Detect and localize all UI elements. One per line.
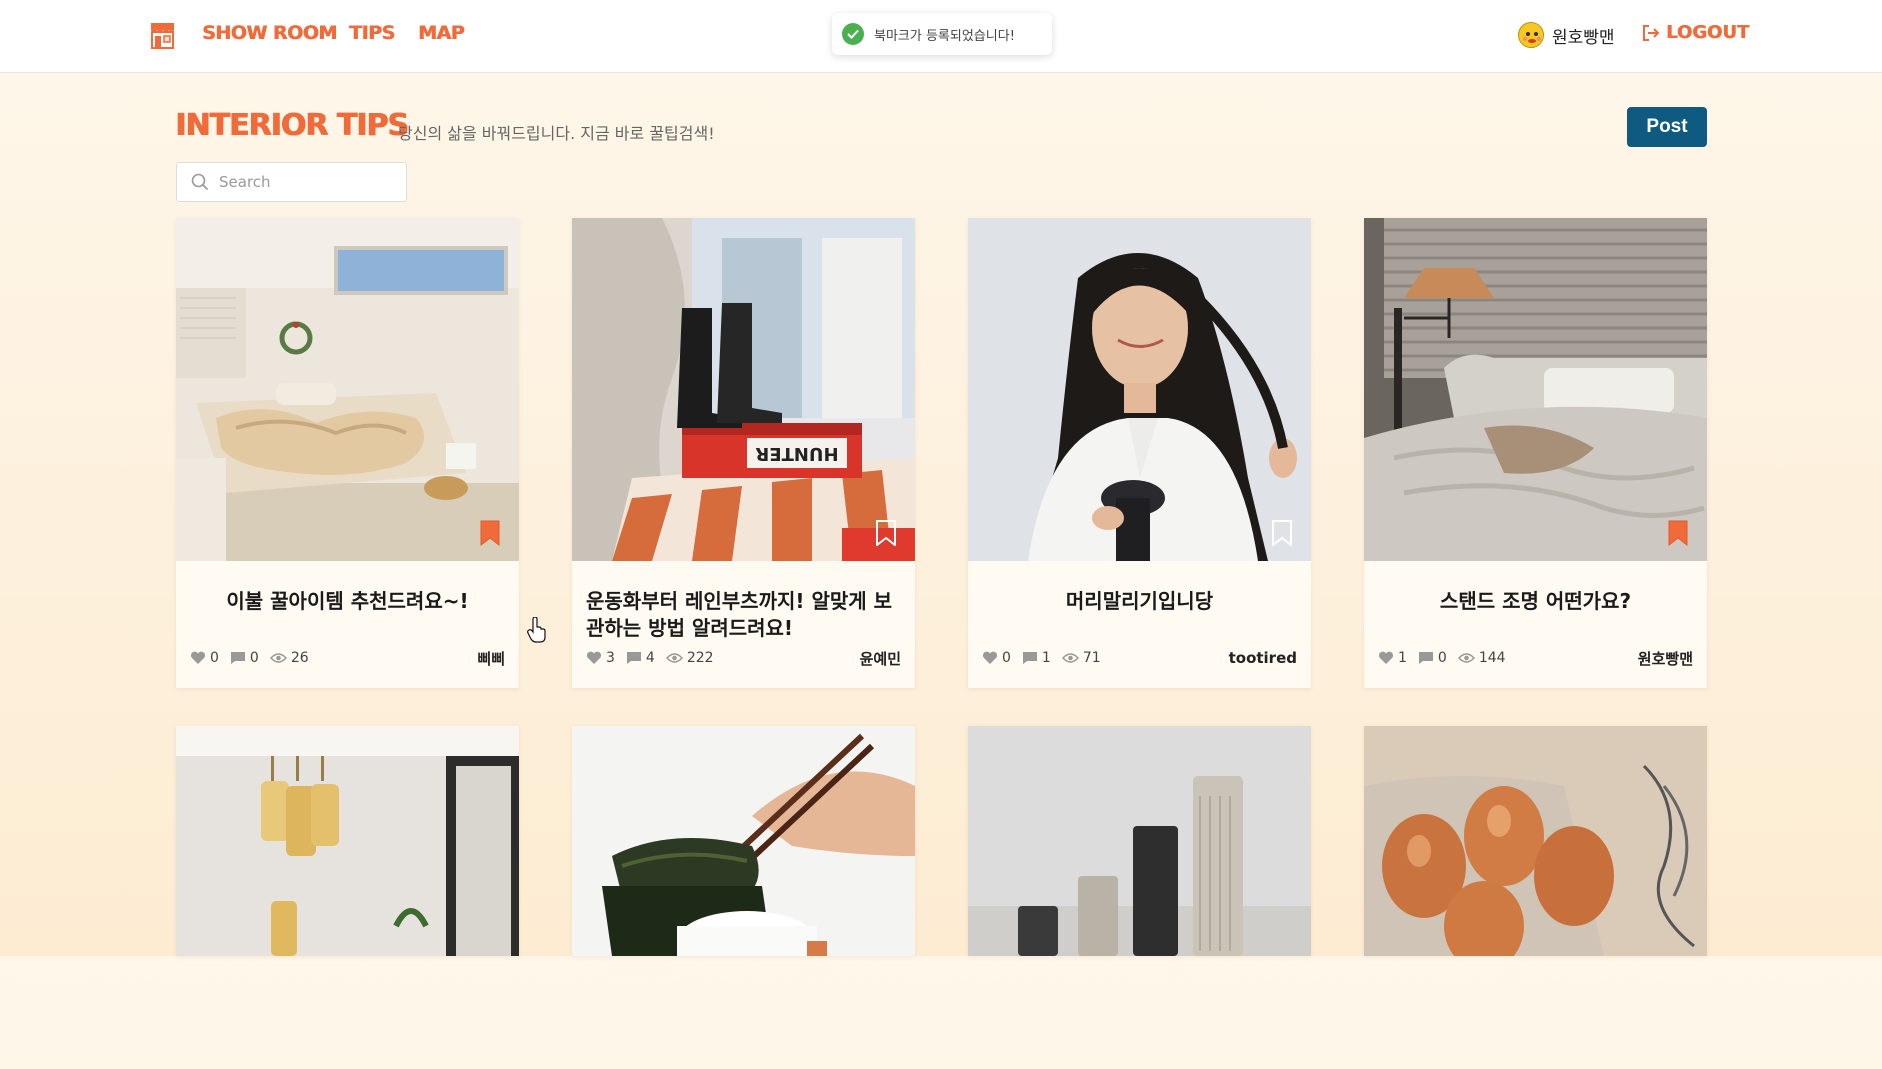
tip-card[interactable]: 머리말리기입니당 0 1 71 tootired [968, 218, 1311, 688]
bookmark-outline-icon[interactable] [875, 520, 897, 546]
comments-count: 0 [1437, 650, 1447, 666]
eye-icon [665, 653, 683, 663]
avatar [1518, 22, 1544, 48]
card-author[interactable]: 원호빵맨 [1638, 648, 1693, 669]
card-thumbnail [1364, 218, 1707, 561]
likes-count: 0 [1002, 650, 1011, 666]
card-thumbnail [176, 726, 519, 1069]
bookmark-toast: 북마크가 등록되었습니다! [832, 13, 1052, 55]
likes-count: 1 [1398, 650, 1407, 666]
card-title: 운동화부터 레인부츠까지! 알맞게 보관하는 방법 알려드려요! [586, 589, 893, 640]
tip-card[interactable] [968, 726, 1311, 956]
card-meta: 1 0 144 원호빵맨 [1378, 648, 1693, 668]
bookmark-filled-icon[interactable] [1667, 520, 1689, 546]
page-subtitle: 당신의 삶을 바꿔드립니다. 지금 바로 꿀팁검색! [398, 124, 715, 143]
card-thumbnail [968, 726, 1311, 1069]
comments-stat: 4 [626, 650, 655, 666]
card-thumbnail [572, 726, 915, 1069]
card-title: 스탠드 조명 어떤가요? [1439, 589, 1632, 613]
card-title: 머리말리기입니당 [1065, 589, 1214, 613]
card-thumbnail [1364, 726, 1707, 1069]
user-profile[interactable]: 원호빵맨 [1518, 20, 1615, 50]
views-stat: 26 [269, 650, 309, 666]
card-thumbnail [968, 218, 1311, 561]
logout-button[interactable]: LOGOUT [1642, 22, 1749, 43]
nav-showroom[interactable]: SHOW ROOM [202, 22, 337, 44]
views-count: 144 [1478, 650, 1506, 666]
comment-icon [1418, 652, 1433, 664]
card-meta: 0 0 26 삐삐 [190, 648, 505, 668]
card-author[interactable]: 윤예민 [860, 648, 901, 669]
search-input[interactable] [219, 173, 389, 191]
nav-tips[interactable]: TIPS [349, 22, 395, 44]
likes-stat: 0 [982, 650, 1011, 666]
store-logo-icon[interactable] [150, 21, 175, 49]
tip-card[interactable]: HUNTER 운동화부터 레인부츠까지! 알맞게 보관하는 방법 알려드려요! … [572, 218, 915, 688]
eye-icon [269, 653, 287, 663]
comments-stat: 0 [230, 650, 259, 666]
card-author[interactable]: tootired [1229, 649, 1297, 667]
nav-map[interactable]: MAP [418, 22, 465, 44]
bookmark-outline-icon[interactable] [1271, 520, 1293, 546]
tip-card[interactable]: 스탠드 조명 어떤가요? 1 0 144 원호빵맨 [1364, 218, 1707, 688]
views-stat: 71 [1061, 650, 1101, 666]
comment-icon [1022, 652, 1037, 664]
comments-stat: 1 [1022, 650, 1051, 666]
logout-icon [1643, 24, 1660, 41]
search-box[interactable] [176, 162, 407, 202]
hand-cursor-icon [527, 617, 546, 643]
tip-card[interactable] [176, 726, 519, 956]
card-thumbnail [176, 218, 519, 561]
tip-card[interactable]: 이불 꿀아이템 추천드려요~! 0 0 26 삐삐 [176, 218, 519, 688]
bookmark-filled-icon[interactable] [479, 520, 501, 546]
card-title: 이불 꿀아이템 추천드려요~! [226, 589, 469, 613]
likes-stat: 0 [190, 650, 219, 666]
page-title: INTERIOR TIPS [175, 108, 409, 143]
search-icon [191, 173, 209, 191]
card-author[interactable]: 삐삐 [477, 648, 505, 669]
comments-count: 1 [1041, 650, 1051, 666]
tip-card[interactable] [1364, 726, 1707, 971]
heart-icon [982, 651, 998, 664]
views-count: 71 [1082, 650, 1101, 666]
views-stat: 222 [665, 650, 714, 666]
hunter-box-label: HUNTER [755, 443, 838, 464]
tip-card[interactable] [572, 726, 915, 971]
views-count: 26 [290, 650, 309, 666]
likes-count: 3 [606, 650, 615, 666]
card-meta: 0 1 71 tootired [982, 648, 1297, 668]
logout-label: LOGOUT [1666, 22, 1750, 43]
top-navbar: SHOW ROOM TIPS MAP 북마크가 등록되었습니다! 원호빵맨 LO… [0, 0, 1882, 73]
heart-icon [1378, 651, 1394, 664]
comments-count: 0 [249, 650, 259, 666]
eye-icon [1061, 653, 1079, 663]
likes-count: 0 [210, 650, 219, 666]
toast-message: 북마크가 등록되었습니다! [874, 28, 1015, 44]
views-count: 222 [686, 650, 714, 666]
card-meta: 3 4 222 윤예민 [586, 648, 901, 668]
likes-stat: 3 [586, 650, 615, 666]
comments-stat: 0 [1418, 650, 1447, 666]
comment-icon [626, 652, 641, 664]
likes-stat: 1 [1378, 650, 1407, 666]
heart-icon [190, 651, 206, 664]
comment-icon [230, 652, 245, 664]
comments-count: 4 [645, 650, 655, 666]
eye-icon [1457, 653, 1475, 663]
heart-icon [586, 651, 602, 664]
username: 원호빵맨 [1552, 27, 1615, 48]
check-circle-icon [842, 23, 864, 45]
card-thumbnail: HUNTER [572, 218, 915, 561]
views-stat: 144 [1457, 650, 1506, 666]
post-button[interactable]: Post [1627, 107, 1707, 147]
